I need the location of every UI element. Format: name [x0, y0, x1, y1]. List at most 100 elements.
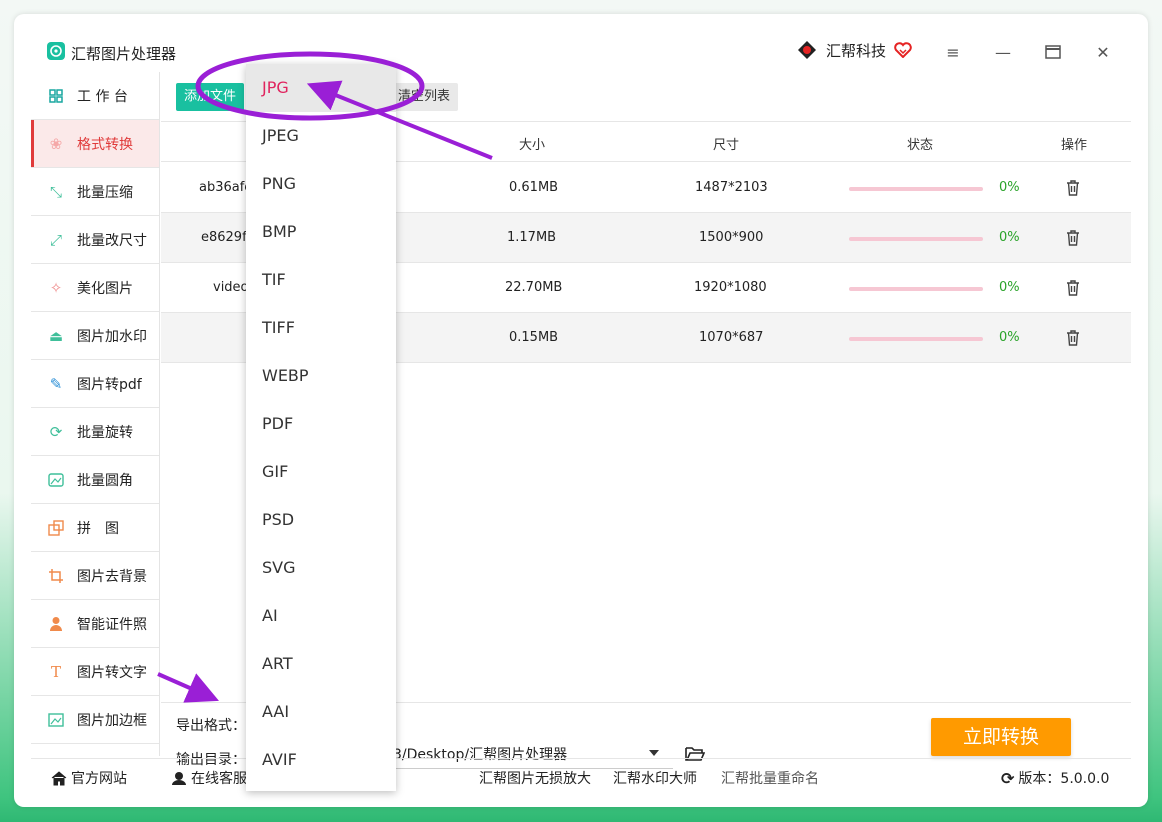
file-dimensions: 1920*1080	[694, 280, 767, 295]
minimize-icon[interactable]: —	[991, 40, 1015, 64]
progress-bar	[849, 337, 983, 341]
home-icon	[51, 770, 67, 785]
clear-list-button[interactable]: 清空列表	[390, 83, 459, 111]
sidebar-item-label: 批量圆角	[77, 472, 133, 489]
sidebar-item-remove-bg[interactable]: 图片去背景	[31, 552, 159, 600]
export-format-label: 导出格式：	[176, 718, 246, 734]
close-icon[interactable]: ✕	[1091, 40, 1115, 64]
sidebar-item-to-text[interactable]: T 图片转文字	[31, 648, 159, 696]
round-corner-icon	[47, 471, 65, 489]
file-size: 0.15MB	[509, 330, 559, 345]
website-link[interactable]: 官方网站	[51, 768, 127, 788]
sidebar-item-label: 图片转文字	[77, 664, 147, 681]
sidebar-item-label: 拼 图	[77, 520, 119, 537]
format-option-ai[interactable]: AI	[246, 592, 396, 640]
sidebar-item-label: 图片转pdf	[77, 376, 142, 393]
format-dropdown-list[interactable]: JPG JPEG PNG BMP TIF TIFF WEBP PDF GIF P…	[246, 64, 396, 791]
version-info[interactable]: ⟳ 版本：5.0.0.0	[1001, 768, 1109, 788]
frame-icon	[47, 711, 65, 729]
format-option-tiff[interactable]: TIFF	[246, 304, 396, 352]
sidebar-item-to-pdf[interactable]: ✎ 图片转pdf	[31, 360, 159, 408]
format-option-png[interactable]: PNG	[246, 160, 396, 208]
rotate-icon: ⟳	[49, 422, 63, 441]
pdf-icon: ✎	[49, 374, 63, 393]
format-option-tif[interactable]: TIF	[246, 256, 396, 304]
format-option-psd[interactable]: PSD	[246, 496, 396, 544]
format-option-jpeg[interactable]: JPEG	[246, 112, 396, 160]
website-label: 官方网站	[71, 771, 127, 787]
format-option-avif[interactable]: AVIF	[246, 736, 396, 784]
footer-bar: 官方网站 在线客服 汇帮图片无损放大 汇帮水印大师 汇帮批量重命名 ⟳ 版本：5…	[31, 758, 1131, 792]
sidebar-item-beautify[interactable]: ✧ 美化图片	[31, 264, 159, 312]
file-dimensions: 1500*900	[699, 230, 764, 245]
resize-icon: ⤢	[49, 230, 62, 249]
maximize-icon[interactable]	[1041, 40, 1065, 64]
header-status: 状态	[907, 138, 934, 153]
format-option-jpg[interactable]: JPG	[246, 64, 396, 112]
progress-bar	[849, 237, 983, 241]
version-label: 版本：5.0.0.0	[1018, 771, 1110, 787]
sidebar-item-format-convert[interactable]: ❀ 格式转换	[31, 120, 159, 168]
sidebar-item-label: 批量旋转	[77, 424, 133, 441]
file-name: video	[213, 280, 249, 295]
sidebar-item-workbench[interactable]: 工 作 台	[31, 72, 159, 120]
person-icon	[47, 615, 65, 633]
upscale-link[interactable]: 汇帮图片无损放大	[479, 768, 591, 788]
collage-icon	[47, 519, 65, 537]
batch-rename-link[interactable]: 汇帮批量重命名	[721, 768, 819, 788]
chevron-down-icon[interactable]	[649, 750, 659, 756]
format-option-aai[interactable]: AAI	[246, 688, 396, 736]
sidebar-item-label: 工 作 台	[77, 88, 128, 105]
sidebar-item-resize[interactable]: ⤢ 批量改尺寸	[31, 216, 159, 264]
file-dimensions: 1070*687	[699, 330, 764, 345]
sidebar-item-label: 批量压缩	[77, 184, 133, 201]
sidebar-item-watermark[interactable]: ⏏ 图片加水印	[31, 312, 159, 360]
sidebar-item-label: 图片去背景	[77, 568, 147, 585]
progress-percent: 0%	[999, 180, 1020, 195]
app-title: 汇帮图片处理器	[71, 45, 177, 63]
add-file-button[interactable]: 添加文件	[176, 83, 245, 111]
convert-now-button[interactable]: 立即转换	[931, 718, 1071, 756]
refresh-icon: ⟳	[1001, 768, 1015, 788]
format-option-svg[interactable]: SVG	[246, 544, 396, 592]
brand: 汇帮科技	[796, 39, 912, 61]
service-link[interactable]: 在线客服	[171, 768, 247, 788]
sidebar-item-label: 图片加水印	[77, 328, 147, 345]
file-size: 1.17MB	[507, 230, 557, 245]
format-option-pdf[interactable]: PDF	[246, 400, 396, 448]
beautify-icon: ✧	[49, 278, 63, 297]
sidebar-item-id-photo[interactable]: 智能证件照	[31, 600, 159, 648]
headset-icon	[172, 772, 186, 785]
brand-name: 汇帮科技	[826, 41, 887, 60]
format-option-art[interactable]: ART	[246, 640, 396, 688]
format-option-bmp[interactable]: BMP	[246, 208, 396, 256]
sidebar-item-label: 图片加边框	[77, 712, 147, 729]
menu-icon[interactable]: ≡	[941, 40, 965, 64]
title-bar: 汇帮图片处理器 汇帮科技 ≡ — ✕	[14, 14, 1148, 72]
grid-icon	[47, 87, 65, 105]
progress-percent: 0%	[999, 230, 1020, 245]
vip-heart-icon[interactable]	[894, 42, 912, 58]
delete-icon[interactable]	[1065, 279, 1081, 297]
format-convert-icon: ❀	[49, 134, 63, 153]
delete-icon[interactable]	[1065, 179, 1081, 197]
sidebar-item-collage[interactable]: 拼 图	[31, 504, 159, 552]
app-logo-icon	[47, 42, 65, 60]
sidebar-item-round-corner[interactable]: 批量圆角	[31, 456, 159, 504]
sidebar: 工 作 台 ❀ 格式转换 ⤡ 批量压缩 ⤢ 批量改尺寸 ✧ 美化图片 ⏏ 图片加…	[31, 72, 160, 756]
delete-icon[interactable]	[1065, 229, 1081, 247]
sidebar-item-rotate[interactable]: ⟳ 批量旋转	[31, 408, 159, 456]
sidebar-item-frame[interactable]: 图片加边框	[31, 696, 159, 744]
header-action: 操作	[1061, 138, 1088, 153]
delete-icon[interactable]	[1065, 329, 1081, 347]
watermark-icon: ⏏	[48, 326, 64, 345]
progress-percent: 0%	[999, 280, 1020, 295]
watermark-master-link[interactable]: 汇帮水印大师	[613, 768, 697, 788]
format-option-gif[interactable]: GIF	[246, 448, 396, 496]
format-option-webp[interactable]: WEBP	[246, 352, 396, 400]
file-name: ab36afe	[199, 180, 253, 195]
header-size: 大小	[519, 138, 546, 153]
sidebar-item-compress[interactable]: ⤡ 批量压缩	[31, 168, 159, 216]
file-dimensions: 1487*2103	[695, 180, 768, 195]
header-dimensions: 尺寸	[713, 138, 740, 153]
